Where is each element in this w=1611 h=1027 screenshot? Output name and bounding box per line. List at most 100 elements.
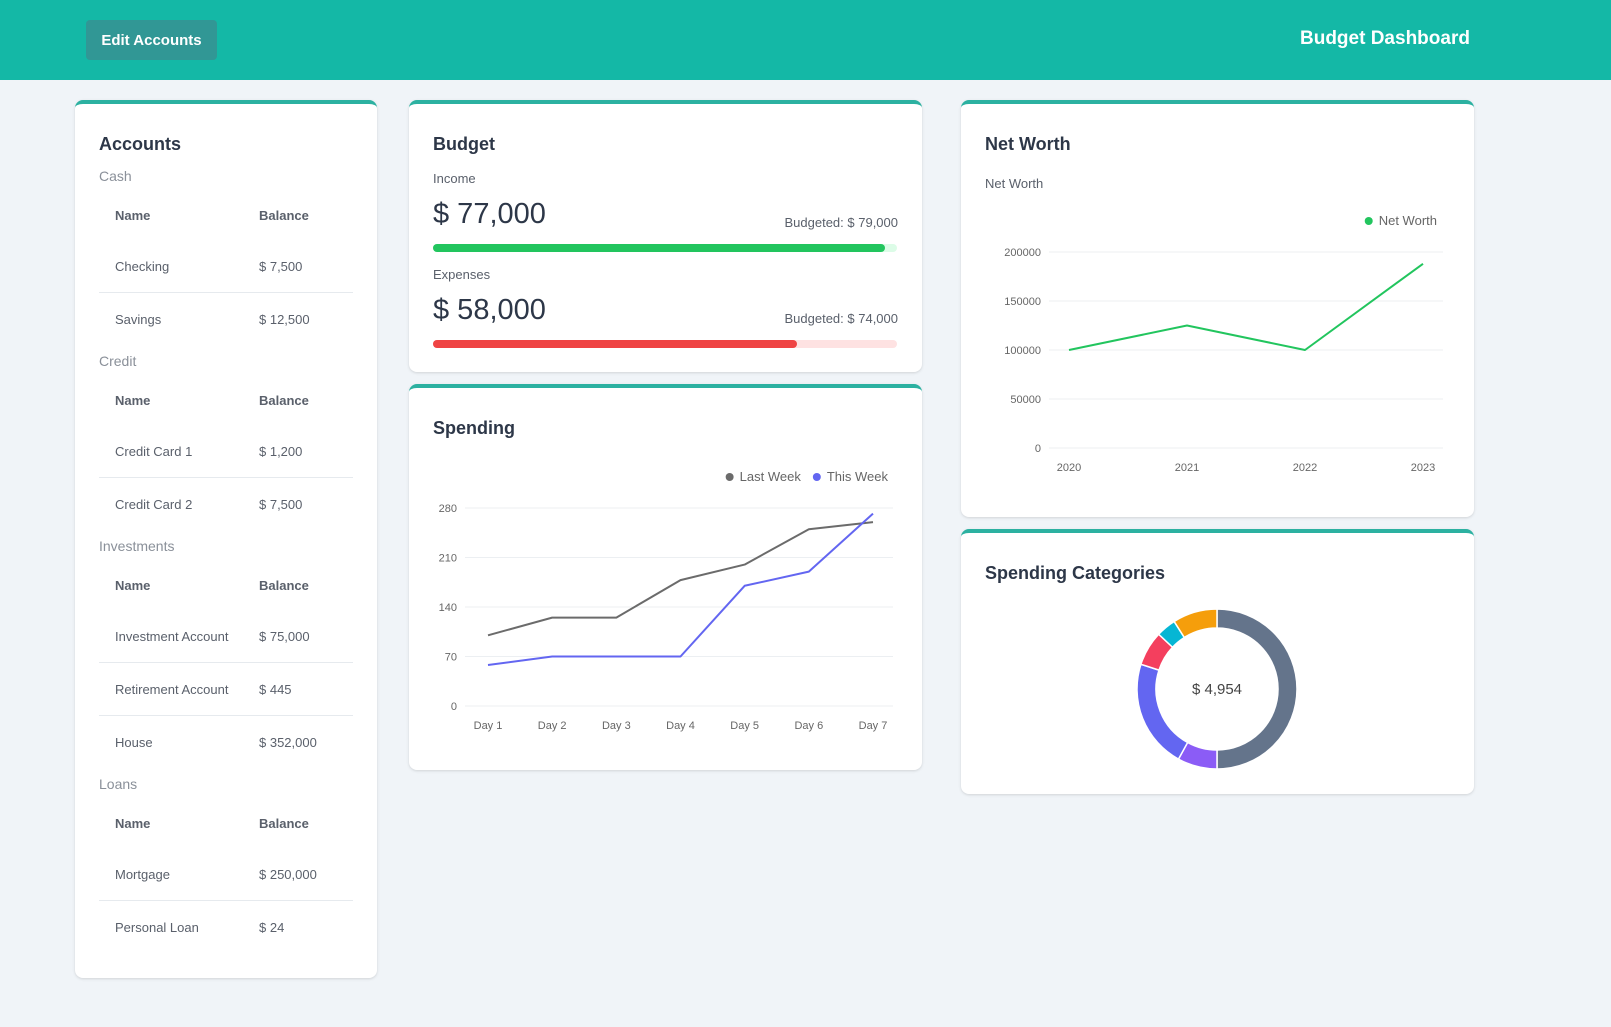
expenses-progress-bar [433, 340, 897, 348]
account-name: Personal Loan [115, 920, 199, 935]
budget-title: Budget [433, 134, 495, 154]
donut-slice [1136, 663, 1189, 761]
x-tick-label: Day 2 [538, 720, 567, 732]
spending-categories-card: Spending Categories $ 4,954 [961, 529, 1474, 794]
y-tick-label: 280 [439, 503, 457, 515]
account-group-credit: Credit Name Balance Credit Card 1 $ 1,200 Cre… [99, 353, 353, 531]
name-column-header: Name [115, 577, 151, 593]
app-title: Budget Dashboard [1300, 28, 1470, 49]
x-tick-label: 2021 [1175, 462, 1199, 474]
income-amount: $ 77,000 [433, 198, 546, 230]
series-line-last-week [487, 521, 874, 637]
x-tick-label: Day 4 [666, 720, 695, 732]
donut-center-total: $ 4,954 [1192, 681, 1242, 698]
account-table-header: Name Balance [99, 190, 353, 240]
account-group-label: Loans [99, 776, 138, 792]
account-group-label: Cash [99, 168, 132, 184]
spending-card: Spending 0 70 140 210 280 Day 1 Day 2 Day 3 Day … [409, 384, 922, 770]
account-row[interactable]: Retirement Account $ 445 [99, 663, 353, 716]
account-row[interactable]: House $ 352,000 [99, 716, 353, 769]
y-tick-label: 0 [451, 701, 457, 713]
expenses-amount: $ 58,000 [433, 294, 546, 326]
account-row[interactable]: Checking $ 7,500 [99, 240, 353, 293]
x-tick-label: Day 1 [474, 720, 503, 732]
series-line-this-week [487, 512, 874, 666]
name-column-header: Name [115, 207, 151, 223]
x-tick-label: Day 6 [794, 720, 823, 732]
expenses-progress-fill [433, 340, 797, 348]
account-table-header: Name Balance [99, 560, 353, 610]
accounts-title: Accounts [99, 134, 182, 154]
account-row[interactable]: Credit Card 2 $ 7,500 [99, 478, 353, 531]
account-name: Mortgage [115, 866, 170, 882]
name-column-header: Name [115, 815, 151, 831]
account-group-loans: Loans Name Balance Mortgage $ 250,000 Persona… [99, 776, 353, 954]
account-name: Credit Card 2 [115, 497, 193, 512]
y-tick-label: 70 [445, 652, 457, 664]
y-tick-label: 50000 [1010, 394, 1041, 406]
account-table-header: Name Balance [99, 798, 353, 848]
account-group-investments: Investments Name Balance Investment Account… [99, 538, 353, 769]
y-tick-label: 0 [1035, 443, 1041, 455]
account-balance: $ 75,000 [259, 628, 310, 644]
x-tick-label: 2023 [1411, 462, 1435, 474]
account-group-cash: Cash Name Balance Checking $ 7,500 Savings $ 1… [99, 168, 353, 346]
account-group-label: Credit [99, 353, 137, 369]
balance-column-header: Balance [259, 815, 309, 831]
account-name: Retirement Account [115, 681, 229, 697]
x-tick-label: Day 3 [602, 720, 631, 732]
balance-column-header: Balance [259, 207, 309, 223]
y-tick-label: 200000 [1004, 247, 1041, 259]
legend-dot [812, 473, 821, 481]
income-progress-bar [433, 244, 897, 252]
balance-column-header: Balance [259, 392, 309, 408]
account-balance: $ 7,500 [259, 497, 303, 512]
y-tick-label: 150000 [1004, 296, 1041, 308]
account-balance: $ 352,000 [259, 735, 317, 750]
account-name: Credit Card 1 [115, 443, 193, 459]
x-tick-label: 2022 [1293, 462, 1317, 474]
account-balance: $ 250,000 [259, 866, 317, 882]
x-tick-label: Day 7 [859, 720, 888, 732]
legend-label: This Week [827, 469, 889, 484]
net-worth-chart: 0 50000 100000 150000 200000 2020 2021 2022 2023… [1004, 213, 1443, 474]
account-balance: $ 445 [259, 681, 292, 697]
account-balance: $ 12,500 [259, 312, 310, 327]
account-row[interactable]: Personal Loan $ 24 [99, 901, 353, 954]
expenses-label: Expenses [433, 267, 491, 282]
account-row[interactable]: Investment Account $ 75,000 [99, 610, 353, 663]
balance-column-header: Balance [259, 577, 309, 593]
account-balance: $ 24 [259, 920, 285, 935]
y-tick-label: 100000 [1004, 345, 1041, 357]
y-tick-label: 140 [439, 602, 457, 614]
net-worth-card: Net Worth Net Worth 0 50000 100000 150000 20… [961, 100, 1474, 517]
account-name: Savings [115, 312, 162, 327]
expenses-budgeted: Budgeted: $ 74,000 [784, 311, 899, 326]
income-progress-fill [433, 244, 886, 252]
accounts-card: Accounts Cash Name Balance Checking $ 7,500 S… [75, 100, 377, 978]
top-bar: Edit Accounts Budget Dashboard [0, 0, 1611, 80]
legend-dot [1364, 217, 1373, 225]
y-tick-label: 210 [439, 553, 457, 565]
account-table-header: Name Balance [99, 375, 353, 425]
spending-categories-chart: $ 4,954 [1136, 608, 1298, 770]
account-row[interactable]: Mortgage $ 250,000 [99, 848, 353, 901]
legend-label: Net Worth [1379, 213, 1437, 228]
account-row[interactable]: Savings $ 12,500 [99, 293, 353, 346]
account-row[interactable]: Credit Card 1 $ 1,200 [99, 425, 353, 478]
budget-card: Budget Income $ 77,000 Budgeted: $ 79,00… [409, 100, 922, 372]
account-name: Investment Account [115, 628, 229, 644]
account-balance: $ 1,200 [259, 443, 303, 459]
account-name: Checking [115, 258, 170, 274]
account-group-label: Investments [99, 538, 175, 554]
legend-dot [725, 473, 734, 481]
income-budgeted: Budgeted: $ 79,000 [784, 215, 899, 230]
income-label: Income [433, 171, 476, 186]
account-balance: $ 7,500 [259, 258, 303, 274]
x-tick-label: 2020 [1057, 462, 1081, 474]
edit-accounts-button[interactable]: Edit Accounts [86, 20, 217, 60]
x-tick-label: Day 5 [730, 720, 759, 732]
name-column-header: Name [115, 392, 151, 408]
spending-chart: 0 70 140 210 280 Day 1 Day 2 Day 3 Day 4 Day 5 Day… [439, 469, 893, 732]
account-name: House [115, 735, 153, 750]
